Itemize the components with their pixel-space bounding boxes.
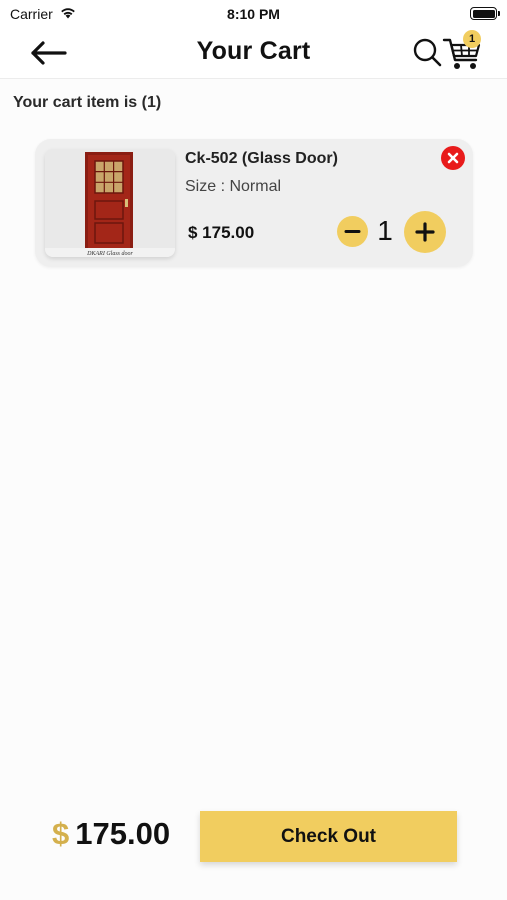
- nav-bar: Your Cart 1: [0, 28, 507, 79]
- checkout-button[interactable]: Check Out: [200, 811, 457, 862]
- decrease-quantity-button[interactable]: [337, 216, 368, 247]
- product-image-caption: DKARI Glass door: [86, 251, 133, 257]
- increase-quantity-button[interactable]: [404, 211, 446, 253]
- product-name: Ck-502 (Glass Door): [185, 150, 338, 167]
- total-currency: $: [52, 816, 70, 851]
- search-button[interactable]: [411, 36, 443, 68]
- battery-icon: [470, 7, 500, 20]
- minus-icon: [344, 230, 361, 233]
- status-bar: Carrier 8:10 PM: [0, 0, 507, 28]
- quantity-value: 1: [377, 215, 393, 246]
- product-size: Size : Normal: [185, 178, 282, 195]
- plus-icon: [415, 222, 435, 242]
- total-value: 175.00: [75, 816, 171, 851]
- status-time: 8:10 PM: [227, 6, 280, 22]
- search-icon: [413, 38, 442, 67]
- cart-badge: 1: [463, 30, 481, 48]
- close-icon: [447, 152, 459, 164]
- cart-item-card: DKARI Glass door Ck-502 (Glass Door) Siz…: [35, 139, 473, 267]
- cart-count-label: Your cart item is (1): [13, 94, 162, 111]
- cart-total: $ 175.00: [52, 816, 170, 852]
- product-price: $ 175.00: [188, 223, 255, 242]
- product-image[interactable]: DKARI Glass door: [45, 149, 175, 257]
- remove-item-button[interactable]: [441, 146, 465, 170]
